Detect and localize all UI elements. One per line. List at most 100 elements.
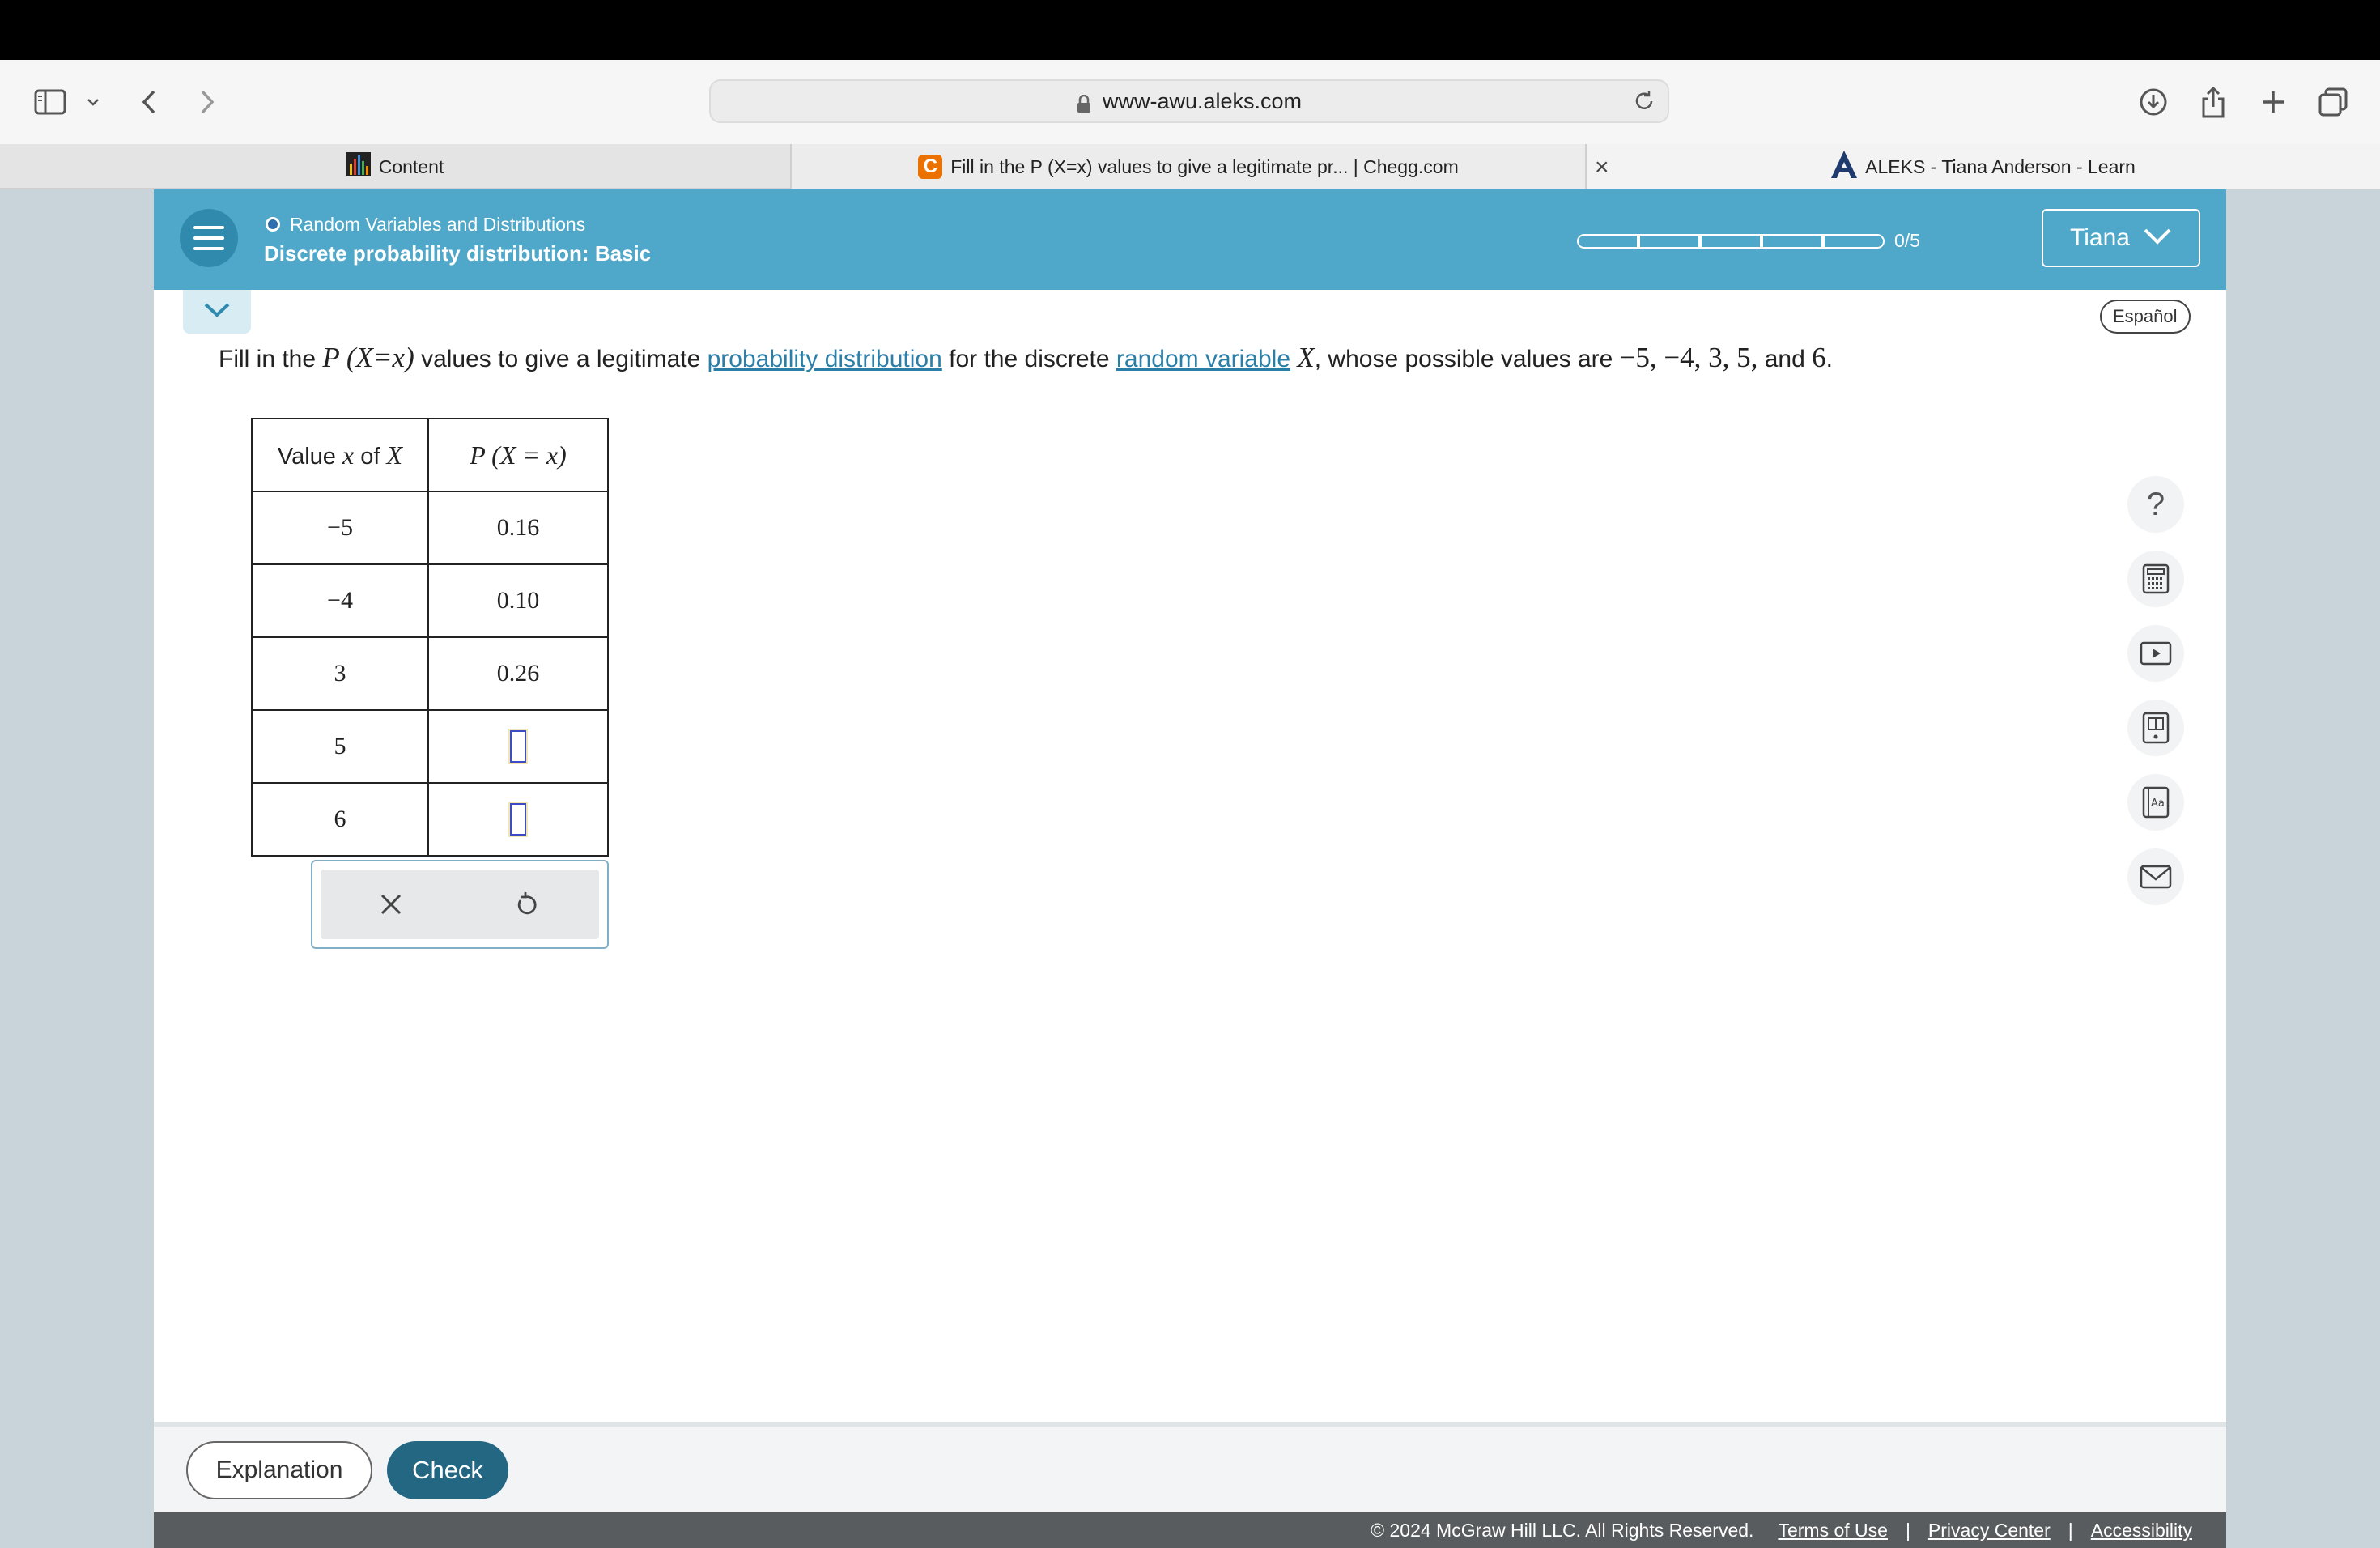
- user-menu-button[interactable]: Tiana: [2042, 209, 2200, 267]
- top-status-bar: [0, 0, 2380, 60]
- table-row: 3 0.26: [251, 636, 609, 711]
- progress-segment: [1700, 233, 1762, 249]
- topic-title: Random Variables and Distributions: [266, 212, 585, 236]
- address-bar[interactable]: www-awu.aleks.com: [709, 79, 1669, 123]
- probability-input-cell: [427, 709, 609, 784]
- progress-segment: [1577, 233, 1638, 249]
- footer-separator: |: [2068, 1519, 2073, 1541]
- aleks-favicon-icon: [1831, 151, 1858, 183]
- probability-cell: 0.16: [427, 491, 609, 565]
- column-header-value: Value x of X: [251, 418, 429, 492]
- hamburger-line: [193, 247, 224, 250]
- svg-text:Aa: Aa: [2151, 797, 2165, 810]
- close-tab-icon[interactable]: ×: [1595, 154, 1609, 181]
- probability-cell: 0.10: [427, 563, 609, 638]
- column-header-probability: P (X = x): [427, 418, 609, 492]
- tab-label: Fill in the P (X=x) values to give a leg…: [950, 155, 1459, 177]
- url-text: www-awu.aleks.com: [1102, 88, 1303, 113]
- footer-separator: |: [1905, 1519, 1910, 1541]
- tab-label: ALEKS - Tiana Anderson - Learn: [1865, 155, 2136, 177]
- header-text: Value: [277, 443, 336, 470]
- tab-label: Content: [378, 155, 444, 177]
- header-math: x: [342, 440, 355, 470]
- question-text-part: , whose possible values are: [1314, 346, 1613, 372]
- back-icon[interactable]: [133, 83, 165, 121]
- dictionary-icon[interactable]: Aa: [2127, 774, 2184, 831]
- privacy-link[interactable]: Privacy Center: [1928, 1520, 2051, 1542]
- chevron-down-icon[interactable]: [81, 83, 105, 121]
- header-math: X: [386, 440, 403, 470]
- probability-distribution-link[interactable]: probability distribution: [708, 346, 942, 372]
- table-row: −5 0.16: [251, 491, 609, 565]
- subtopic-title: Discrete probability distribution: Basic: [264, 241, 652, 266]
- question-text-part: and: [1764, 346, 1805, 372]
- value-cell: 3: [251, 636, 429, 711]
- download-icon[interactable]: [2134, 83, 2173, 121]
- probability-input[interactable]: [510, 730, 526, 763]
- probability-table: Value x of X P (X = x) −5 0.16 −4 0.10 3…: [251, 418, 609, 857]
- menu-button[interactable]: [180, 209, 238, 267]
- accessibility-link[interactable]: Accessibility: [2091, 1520, 2192, 1542]
- probability-input[interactable]: [510, 803, 526, 836]
- question-text: Fill in the P (X=x) values to give a leg…: [219, 342, 1833, 374]
- table-row: 5: [251, 709, 609, 784]
- share-icon[interactable]: [2194, 83, 2233, 121]
- progress-segment: [1638, 233, 1700, 249]
- value-cell: −5: [251, 491, 429, 565]
- hamburger-icon: [193, 226, 224, 229]
- chevron-down-icon: [203, 302, 231, 322]
- question-mark-glyph: ?: [2146, 486, 2165, 522]
- probability-cell: 0.26: [427, 636, 609, 711]
- question-text-part: values to give a legitimate: [421, 346, 701, 372]
- tab-aleks[interactable]: ALEKS - Tiana Anderson - Learn: [1587, 144, 2380, 189]
- math-expression: P (X=x): [322, 342, 414, 373]
- tab-content[interactable]: Content: [0, 144, 792, 189]
- chegg-favicon-icon: C: [918, 155, 943, 179]
- tab-chegg[interactable]: C Fill in the P (X=x) values to give a l…: [792, 144, 1587, 189]
- undo-icon[interactable]: [507, 884, 547, 925]
- answer-keypad: [311, 860, 609, 949]
- value-cell: 6: [251, 782, 429, 857]
- progress-segment: [1823, 233, 1885, 249]
- new-tab-icon[interactable]: [2254, 83, 2293, 121]
- question-text-part: .: [1825, 346, 1833, 372]
- forward-icon[interactable]: [191, 83, 223, 121]
- sidebar-toggle-icon[interactable]: [31, 83, 70, 121]
- tab-strip: Content C Fill in the P (X=x) values to …: [0, 144, 2380, 189]
- ebook-icon[interactable]: [2127, 700, 2184, 756]
- table-row: 6: [251, 782, 609, 857]
- table-row: −4 0.10: [251, 563, 609, 638]
- hamburger-line: [193, 236, 224, 240]
- reload-icon[interactable]: [1632, 89, 1656, 119]
- question-text-part: for the discrete: [949, 346, 1110, 372]
- value-cell: 5: [251, 709, 429, 784]
- math-variable: X: [1297, 342, 1315, 373]
- terms-link[interactable]: Terms of Use: [1778, 1520, 1887, 1542]
- question-text-part: Fill in the: [219, 346, 317, 372]
- progress-segment: [1762, 233, 1823, 249]
- progress-bar: 0/5: [1577, 230, 1920, 252]
- collapse-header-button[interactable]: [183, 290, 251, 334]
- keypad-panel: [321, 870, 599, 939]
- value-cell: −4: [251, 563, 429, 638]
- chart-favicon-icon: [346, 152, 371, 181]
- check-button[interactable]: Check: [387, 1441, 508, 1499]
- header-math: P (X = x): [470, 440, 567, 470]
- probability-input-cell: [427, 782, 609, 857]
- topic-label: Random Variables and Distributions: [290, 213, 586, 235]
- copyright-text: © 2024 McGraw Hill LLC. All Rights Reser…: [1371, 1519, 1754, 1541]
- lock-icon: [1077, 93, 1091, 113]
- video-icon[interactable]: [2127, 625, 2184, 682]
- calculator-icon[interactable]: [2127, 551, 2184, 607]
- mail-icon[interactable]: [2127, 848, 2184, 905]
- explanation-button[interactable]: Explanation: [186, 1441, 372, 1499]
- language-button[interactable]: Español: [2100, 300, 2191, 334]
- random-variable-link[interactable]: random variable: [1116, 346, 1290, 372]
- clear-icon[interactable]: [371, 884, 411, 925]
- header-text: of: [360, 443, 380, 470]
- progress-count: 0/5: [1894, 230, 1920, 251]
- topic-status-icon: [266, 217, 280, 232]
- help-icon[interactable]: ?: [2127, 476, 2184, 533]
- tab-overview-icon[interactable]: [2314, 83, 2352, 121]
- user-name: Tiana: [2070, 224, 2130, 251]
